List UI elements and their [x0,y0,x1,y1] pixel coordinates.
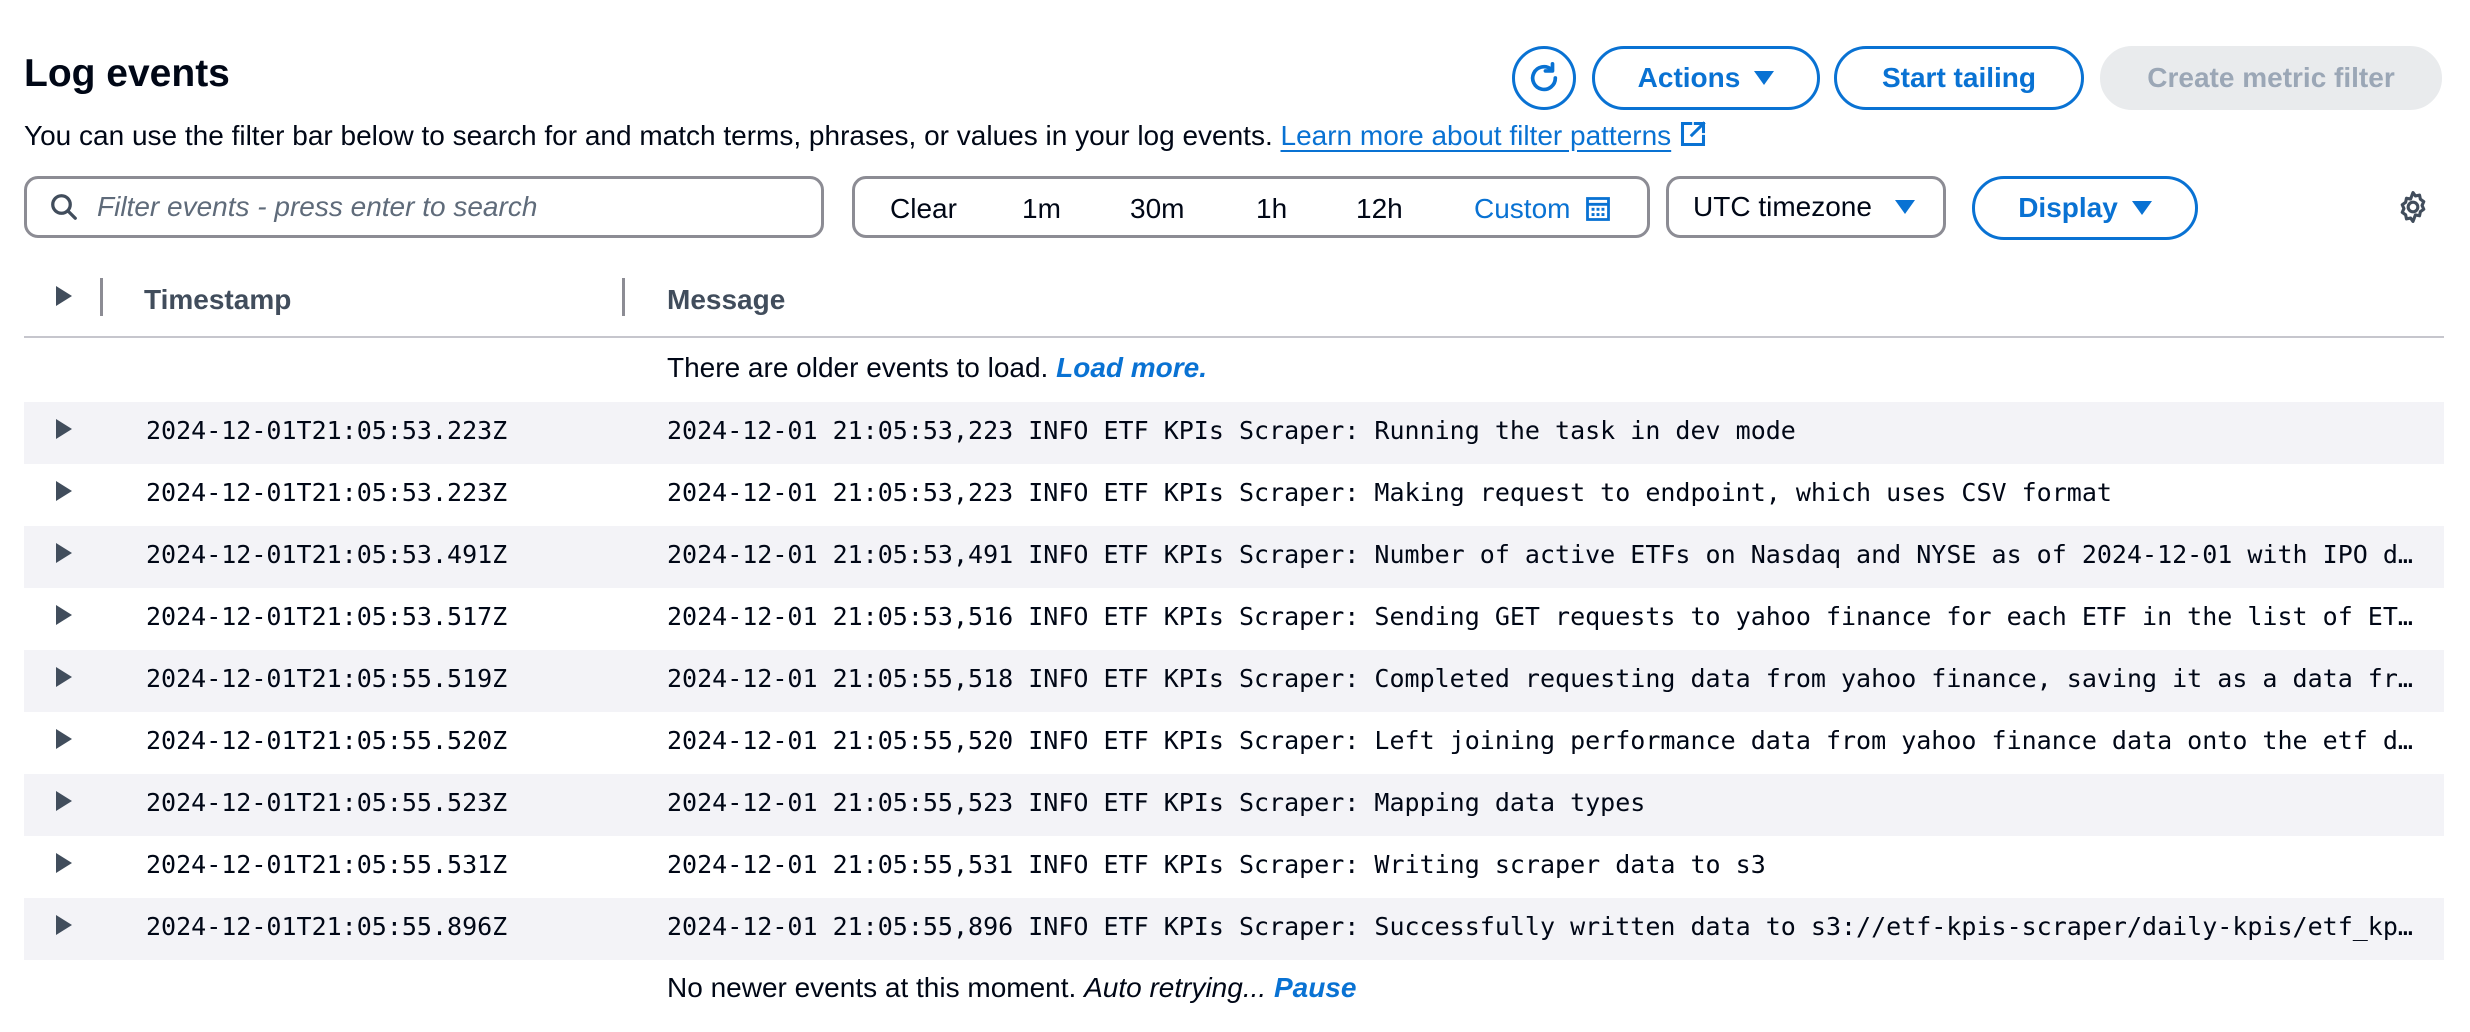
row-timestamp: 2024-12-01T21:05:53.223Z [146,416,508,445]
custom-label: Custom [1474,193,1571,224]
expand-all-icon[interactable] [56,286,72,306]
expand-row-icon[interactable] [56,667,72,687]
row-message: 2024-12-01 21:05:55,523 INFO ETF KPIs Sc… [667,788,1646,817]
table-row[interactable]: 2024-12-01T21:05:53.517Z 2024-12-01 21:0… [24,588,2444,650]
create-metric-filter-label: Create metric filter [2147,62,2395,93]
expand-row-icon[interactable] [56,853,72,873]
table-row[interactable]: 2024-12-01T21:05:53.223Z 2024-12-01 21:0… [24,464,2444,526]
row-message: 2024-12-01 21:05:53,223 INFO ETF KPIs Sc… [667,478,2112,507]
row-message: 2024-12-01 21:05:55,518 INFO ETF KPIs Sc… [667,664,2427,693]
newer-events-notice: No newer events at this moment. Auto ret… [667,972,1356,1004]
description-text: You can use the filter bar below to sear… [24,120,1273,151]
expand-row-icon[interactable] [56,481,72,501]
row-timestamp: 2024-12-01T21:05:55.523Z [146,788,508,817]
table-header: Timestamp Message [24,270,2444,338]
row-timestamp: 2024-12-01T21:05:55.531Z [146,850,508,879]
refresh-button[interactable] [1512,46,1576,110]
refresh-icon [1530,61,1558,92]
gear-icon [2400,190,2426,224]
pause-link[interactable]: Pause [1274,972,1357,1003]
column-header-timestamp[interactable]: Timestamp [144,284,291,316]
caret-down-icon [1895,200,1915,214]
table-row[interactable]: 2024-12-01T21:05:55.520Z 2024-12-01 21:0… [24,712,2444,774]
settings-button[interactable] [2396,190,2430,229]
start-tailing-button[interactable]: Start tailing [1834,46,2084,110]
filter-events-input[interactable] [95,190,779,224]
start-tailing-label: Start tailing [1881,62,2036,93]
row-message: 2024-12-01 21:05:53,491 INFO ETF KPIs Sc… [667,540,2427,569]
search-icon [51,194,77,220]
row-message: 2024-12-01 21:05:55,520 INFO ETF KPIs Sc… [667,726,2427,755]
calendar-icon [1586,197,1611,221]
load-more-link[interactable]: Load more. [1056,352,1207,383]
row-message: 2024-12-01 21:05:55,531 INFO ETF KPIs Sc… [667,850,1766,879]
filter-search-box[interactable] [24,176,824,238]
actions-button[interactable]: Actions [1592,46,1820,110]
time-range-12h[interactable]: 12h [1356,193,1403,225]
learn-more-link[interactable]: Learn more about filter patterns [1281,120,1672,151]
time-range-1m[interactable]: 1m [1022,193,1061,225]
row-timestamp: 2024-12-01T21:05:53.491Z [146,540,508,569]
page-description: You can use the filter bar below to sear… [24,120,1707,155]
time-range-1h[interactable]: 1h [1256,193,1287,225]
expand-row-icon[interactable] [56,543,72,563]
display-button-label: Display [2018,192,2118,223]
timezone-selected-value: UTC timezone [1693,191,1872,222]
time-range-selector: Clear 1m 30m 1h 12h Custom [852,176,1650,238]
table-row[interactable]: 2024-12-01T21:05:53.223Z 2024-12-01 21:0… [24,402,2444,464]
time-range-clear[interactable]: Clear [890,193,957,225]
column-divider[interactable] [622,278,625,316]
display-button[interactable]: Display [1972,176,2198,240]
table-row[interactable]: 2024-12-01T21:05:55.519Z 2024-12-01 21:0… [24,650,2444,712]
row-timestamp: 2024-12-01T21:05:55.519Z [146,664,508,693]
table-row[interactable]: 2024-12-01T21:05:55.531Z 2024-12-01 21:0… [24,836,2444,898]
time-range-custom[interactable]: Custom [1474,193,1612,225]
page-title: Log events [24,52,230,95]
create-metric-filter-button[interactable]: Create metric filter [2100,46,2442,110]
actions-button-label: Actions [1637,62,1741,93]
expand-row-icon[interactable] [56,605,72,625]
caret-down-icon [2131,201,2152,215]
row-timestamp: 2024-12-01T21:05:55.520Z [146,726,508,755]
row-message: 2024-12-01 21:05:55,896 INFO ETF KPIs Sc… [667,912,2427,941]
caret-down-icon [1754,71,1775,85]
expand-row-icon[interactable] [56,791,72,811]
expand-row-icon[interactable] [56,729,72,749]
timezone-select[interactable]: UTC timezone [1666,176,1946,238]
table-row[interactable]: 2024-12-01T21:05:55.896Z 2024-12-01 21:0… [24,898,2444,960]
row-timestamp: 2024-12-01T21:05:53.517Z [146,602,508,631]
row-message: 2024-12-01 21:05:53,516 INFO ETF KPIs Sc… [667,602,2427,631]
column-header-message[interactable]: Message [667,284,785,316]
row-timestamp: 2024-12-01T21:05:53.223Z [146,478,508,507]
newer-events-text: No newer events at this moment. [667,972,1077,1003]
time-range-30m[interactable]: 30m [1130,193,1184,225]
expand-row-icon[interactable] [56,419,72,439]
column-divider[interactable] [100,278,103,316]
older-events-notice: There are older events to load. Load mor… [667,352,1207,384]
row-timestamp: 2024-12-01T21:05:55.896Z [146,912,508,941]
learn-more-label: Learn more about filter patterns [1280,120,1672,151]
row-message: 2024-12-01 21:05:53,223 INFO ETF KPIs Sc… [667,416,1796,445]
table-row[interactable]: 2024-12-01T21:05:53.491Z 2024-12-01 21:0… [24,526,2444,588]
external-link-icon[interactable] [1679,120,1707,155]
auto-retrying-text: Auto retrying... [1084,972,1267,1003]
older-events-text: There are older events to load. [667,352,1049,383]
expand-row-icon[interactable] [56,915,72,935]
table-row[interactable]: 2024-12-01T21:05:55.523Z 2024-12-01 21:0… [24,774,2444,836]
